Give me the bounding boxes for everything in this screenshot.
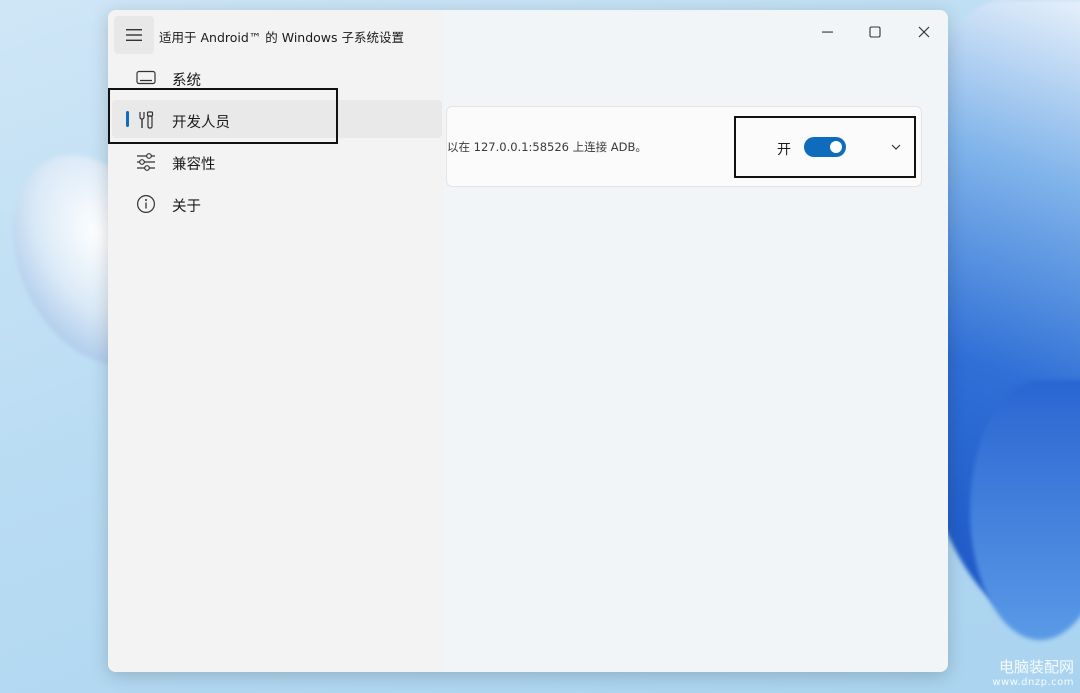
sidebar-item-label: 关于: [172, 199, 201, 215]
settings-window: 适用于 Android™ 的 Windows 子系统设置 系统 开发人员 兼容性…: [108, 10, 948, 672]
hamburger-icon: [126, 29, 142, 41]
sidebar-item-compatibility[interactable]: 兼容性: [108, 142, 442, 182]
annotation-box-toggle: [734, 116, 916, 178]
monitor-icon: [135, 68, 157, 88]
adb-connection-description: 以在 127.0.0.1:58526 上连接 ADB。: [447, 140, 647, 154]
maximize-icon: [869, 26, 881, 38]
sidebar-item-label: 系统: [172, 73, 201, 89]
watermark-url: www.dnzp.com: [992, 677, 1074, 688]
close-icon: [918, 26, 930, 38]
title-bar: 适用于 Android™ 的 Windows 子系统设置: [108, 10, 948, 60]
sidebar-item-label: 兼容性: [172, 157, 216, 173]
app-title: 适用于 Android™ 的 Windows 子系统设置: [159, 30, 405, 45]
desktop-wallpaper: 适用于 Android™ 的 Windows 子系统设置 系统 开发人员 兼容性…: [0, 0, 1080, 693]
minimize-button[interactable]: [805, 14, 851, 50]
annotation-box-developer: [108, 88, 338, 144]
info-icon: [135, 194, 157, 214]
sliders-icon: [135, 152, 157, 172]
sidebar-item-about[interactable]: 关于: [108, 184, 442, 224]
minimize-icon: [822, 31, 833, 33]
maximize-button[interactable]: [852, 14, 898, 50]
watermark-name: 电脑装配网: [998, 658, 1074, 676]
close-button[interactable]: [901, 14, 947, 50]
watermark: 电脑装配网 www.dnzp.com: [992, 659, 1074, 691]
menu-button[interactable]: [114, 16, 154, 54]
